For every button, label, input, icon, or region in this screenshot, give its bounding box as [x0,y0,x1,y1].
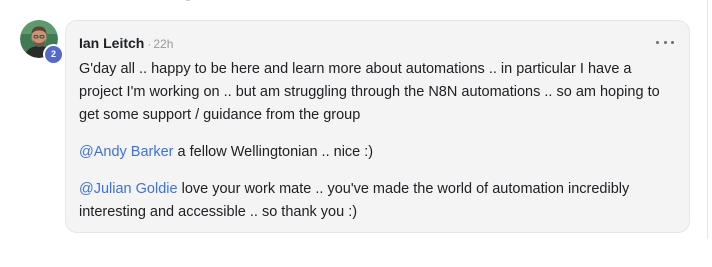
comment-bubble: Ian Leitch · 22h G'day all .. happy to b… [65,20,690,233]
mention-link-andy-barker[interactable]: @Andy Barker [79,144,174,160]
paragraph-text: G'day all .. happy to be here and learn … [79,61,660,123]
comment-body: G'day all .. happy to be here and learn … [79,58,679,224]
separator-dot: · [147,37,152,51]
more-dot [663,40,667,44]
author-avatar[interactable]: 2 [20,20,64,65]
scrollbar-track [707,0,708,239]
timestamp[interactable]: 22h [153,37,173,51]
comment-paragraph: @Julian Goldie love your work mate .. yo… [79,178,679,224]
level-badge: 2 [43,44,64,65]
author-name[interactable]: Ian Leitch [79,35,144,51]
divider [186,0,190,1]
comment-thread: 2 Ian Leitch · 22h G'day all .. happy to… [0,0,712,267]
more-dot [656,40,659,44]
comment-paragraph: G'day all .. happy to be here and learn … [79,58,679,127]
paragraph-text: a fellow Wellingtonian .. nice :) [173,144,374,160]
mention-link-julian-goldie[interactable]: @Julian Goldie [79,181,178,197]
more-dot [671,40,674,44]
comment-header: Ian Leitch · 22h [79,35,173,51]
comment-paragraph: @Andy Barker a fellow Wellingtonian .. n… [79,141,679,164]
more-horizontal-icon[interactable] [656,35,674,49]
